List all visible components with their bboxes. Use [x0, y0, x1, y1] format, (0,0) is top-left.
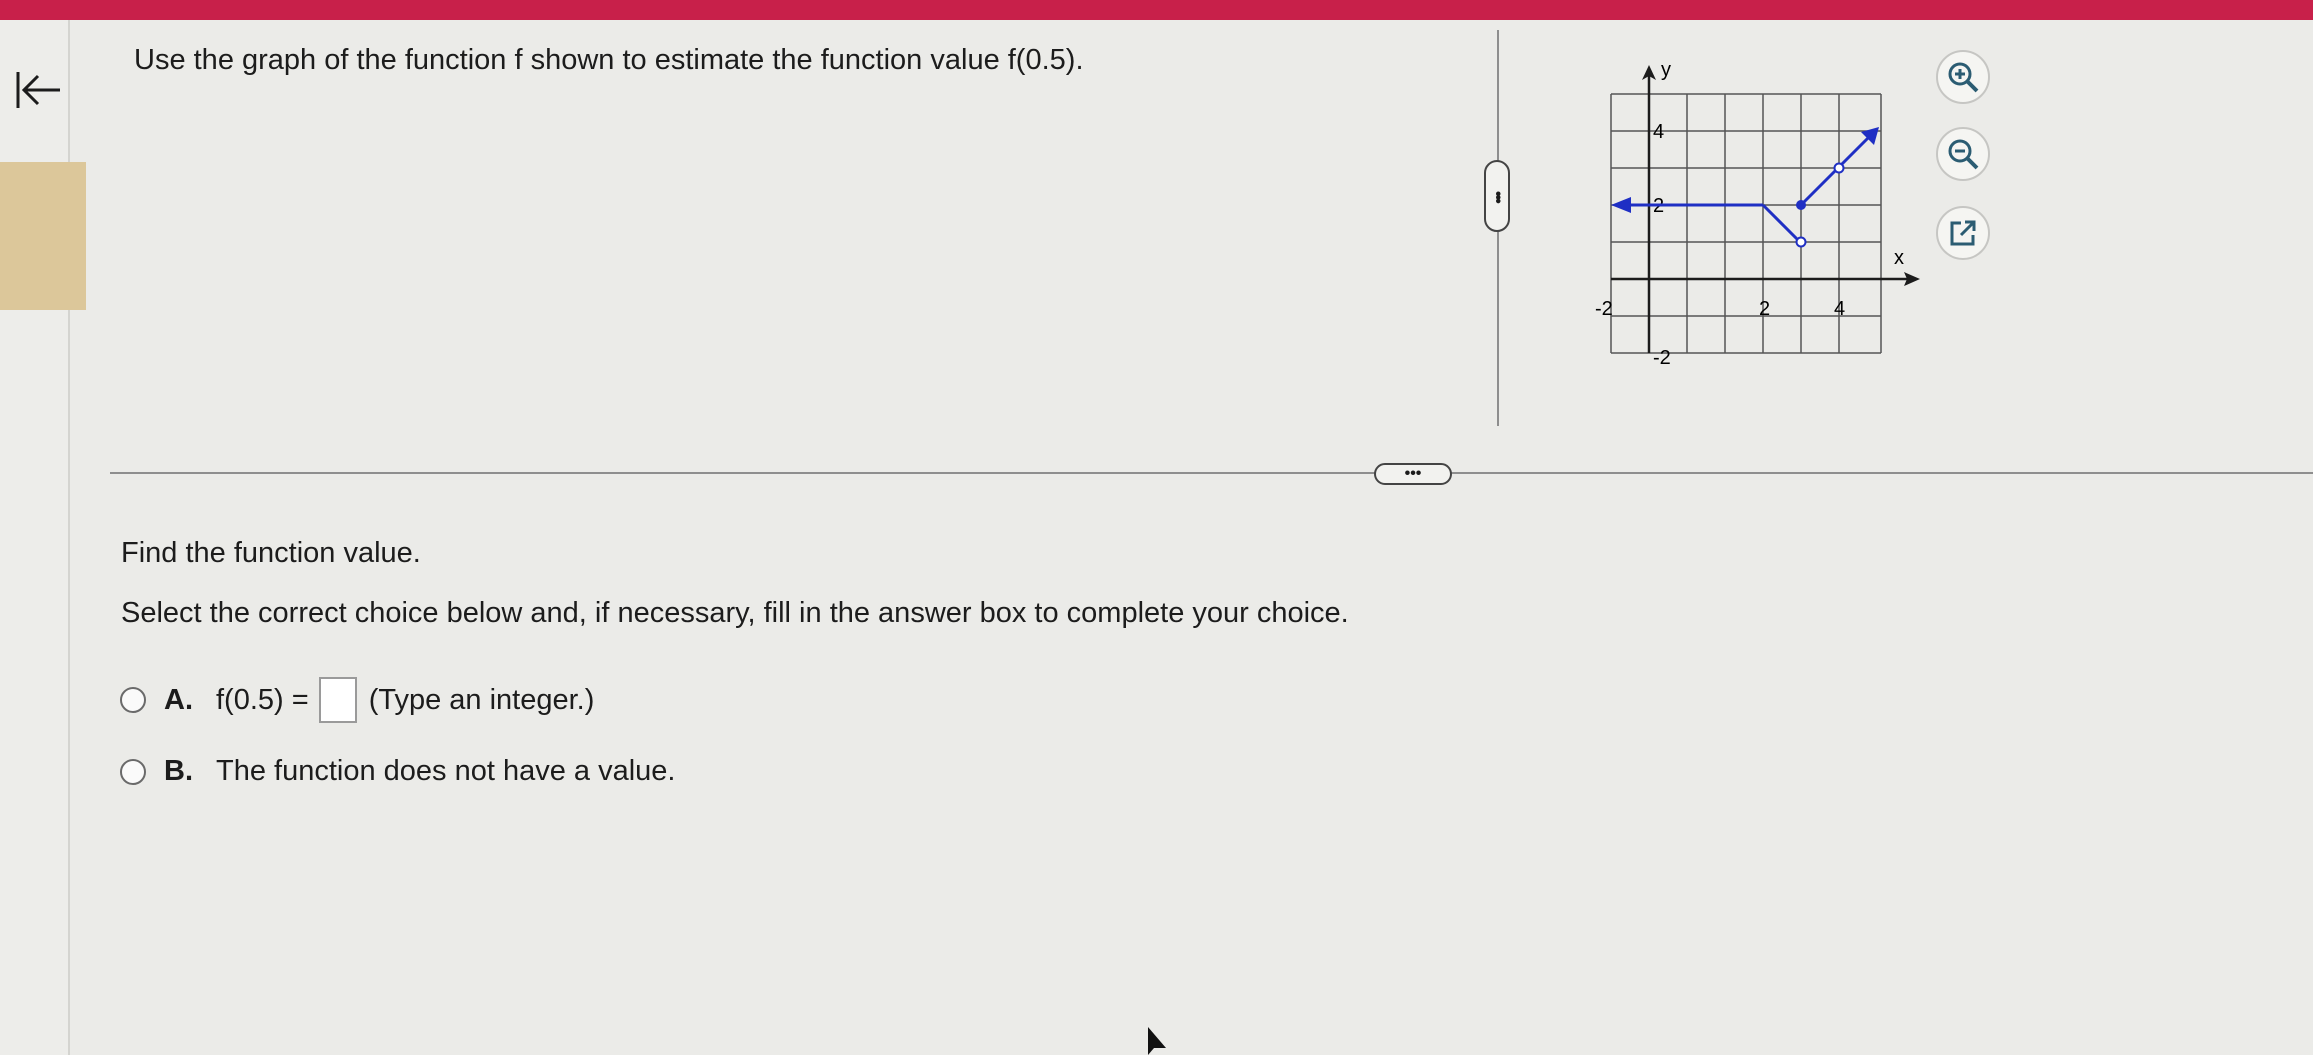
choice-a-letter: A.	[164, 683, 193, 716]
x-axis-label: x	[1894, 247, 1904, 269]
zoom-out-icon	[1948, 139, 1979, 170]
arrow-left-to-bar-icon	[16, 72, 60, 108]
open-point	[1795, 236, 1807, 248]
horizontal-divider	[110, 472, 2313, 474]
top-bar	[0, 0, 2313, 20]
choice-a-radio[interactable]	[120, 687, 146, 713]
mouse-cursor-icon	[1148, 1027, 1166, 1055]
y-tick-label: 4	[1653, 121, 1664, 143]
choice-a[interactable]: A. f(0.5) = (Type an integer.)	[120, 677, 594, 723]
x-tick-label: 2	[1759, 298, 1770, 320]
zoom-in-icon	[1948, 62, 1979, 93]
handle-dots: •••	[1489, 190, 1506, 202]
choice-b-letter: B.	[164, 755, 193, 787]
curve-drop-segment	[1761, 203, 1799, 241]
x-tick-label: -2	[1595, 298, 1613, 320]
choice-b[interactable]: B. The function does not have a value.	[120, 755, 675, 788]
popout-button[interactable]	[1936, 206, 1990, 260]
find-prompt: Find the function value.	[121, 537, 421, 569]
collapse-back-button[interactable]	[12, 64, 64, 116]
zoom-in-button[interactable]	[1936, 50, 1990, 104]
choice-b-text: The function does not have a value.	[216, 755, 676, 787]
handle-dots: •••	[1404, 465, 1422, 482]
horizontal-resize-handle[interactable]: •••	[1374, 463, 1452, 485]
function-graph: x y -2 2 4 4 2 -2	[1595, 59, 1920, 369]
instruction-text: Select the correct choice below and, if …	[121, 597, 1349, 629]
external-link-icon	[1950, 220, 1976, 246]
choice-b-radio[interactable]	[120, 758, 146, 785]
function-curve	[1627, 135, 1871, 241]
curve-left-arrowhead	[1611, 197, 1631, 213]
closed-point	[1796, 200, 1806, 210]
y-tick-label: -2	[1653, 347, 1671, 369]
zoom-out-button[interactable]	[1936, 127, 1990, 181]
choice-a-hint: (Type an integer.)	[368, 683, 595, 716]
sidebar-accent	[0, 162, 86, 310]
choice-a-prefix: f(0.5) =	[216, 683, 309, 716]
x-tick-label: 4	[1834, 298, 1845, 320]
question-text: Use the graph of the function f shown to…	[134, 44, 1084, 76]
open-point	[1833, 162, 1845, 174]
answer-input[interactable]	[318, 677, 357, 723]
vertical-resize-handle[interactable]: •••	[1484, 160, 1510, 232]
y-axis-label: y	[1661, 59, 1671, 81]
